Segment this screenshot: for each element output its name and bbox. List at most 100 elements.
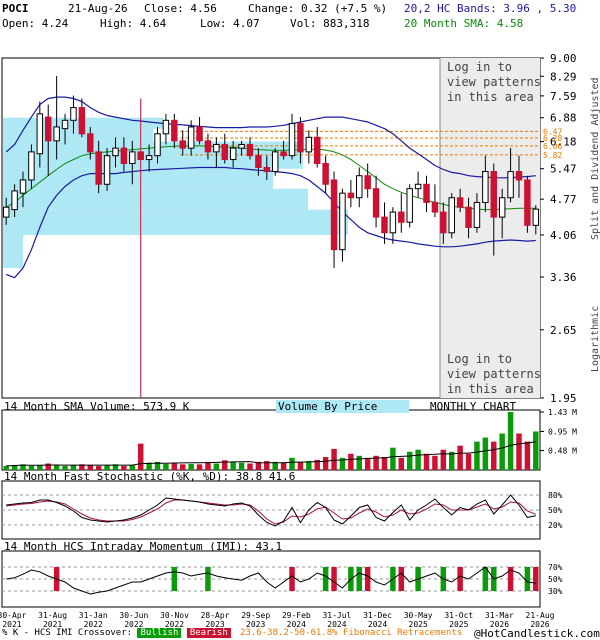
price-tick-label-8: 3.36 — [550, 271, 577, 284]
volume-tick-label-0: 1.43 M — [548, 408, 577, 417]
x-axis: 30-Apr202131-Aug202131-Jan202230-Jun2022… — [0, 611, 555, 629]
x-tick-label-8: 31-Jul — [322, 611, 351, 620]
stoch-tick-label-0: 80% — [548, 491, 563, 500]
imi-marker-14 — [482, 567, 489, 591]
volume-title: 14 Month SMA Volume: 573.9 K — [4, 400, 190, 413]
volume-bar-62 — [524, 441, 531, 470]
x-tick-label-4: 30-Nov — [160, 611, 189, 620]
candle-body-16 — [137, 151, 144, 161]
candle-body-1 — [11, 190, 18, 211]
imi-marker-7 — [356, 567, 362, 591]
price-tick-label-0: 9.00 — [550, 52, 577, 65]
stoch-title: 14 Month Fast Stochastic (%K, %D): 38.8 … — [4, 470, 296, 483]
vbp-label: Volume By Price — [276, 400, 410, 413]
candle-body-35 — [297, 123, 304, 153]
price-tick-label-7: 4.06 — [550, 229, 577, 242]
candle-body-34 — [288, 123, 296, 157]
monthly-label: MONTHLY CHART — [430, 400, 517, 413]
candle-body-61 — [515, 171, 523, 181]
candle-body-6 — [53, 126, 60, 142]
candle-body-31 — [263, 166, 271, 173]
volume-tick-label-2: 0.48 M — [548, 447, 577, 456]
candle-body-57 — [482, 171, 489, 203]
brand-label: @HotCandlestick.com — [474, 627, 600, 640]
candle-body-7 — [61, 119, 69, 130]
candle-body-41 — [347, 192, 355, 199]
stoch-tick-label-2: 20% — [548, 521, 563, 530]
candle-body-14 — [120, 147, 128, 164]
volume-bar-16 — [137, 443, 144, 470]
candle-body-53 — [448, 197, 455, 234]
imi-marker-4 — [322, 567, 329, 591]
volume-bar-34 — [289, 457, 295, 470]
price-tick-label-9: 2.65 — [550, 324, 577, 337]
candle-body-5 — [45, 116, 52, 142]
imi-marker-10 — [398, 567, 405, 591]
volume-bar-50 — [423, 453, 430, 470]
bearish-badge: Bearish — [186, 628, 231, 638]
x-tick-label-13: 21-Aug — [526, 611, 555, 620]
volume-bar-52 — [440, 449, 447, 470]
watermark-top: Log in to view patterns in this area — [447, 60, 541, 104]
volume-bar-63 — [533, 431, 539, 470]
footer-legend: % K - HCS IMI Crossover: Bullish Bearish — [2, 628, 231, 638]
candle-body-23 — [196, 126, 203, 142]
volume-bar-45 — [381, 457, 388, 470]
x-tick-label-12: 31-Mar — [485, 611, 514, 620]
price-tick-label-2: 7.59 — [550, 90, 577, 103]
imi-tick-label-1: 50% — [548, 575, 563, 584]
x-tick-label-2: 31-Jan — [79, 611, 108, 620]
candle-body-8 — [70, 107, 77, 121]
volume-bar-61 — [516, 433, 522, 470]
candle-body-56 — [473, 201, 481, 228]
fib-legend: 23.6-38.2-50-61.8% Fibonacci Retracement… — [240, 628, 463, 638]
imi-title: 14 Month HCS Intraday Momentum (IMI): 43… — [4, 540, 283, 553]
price-tick-label-5: 5.47 — [550, 163, 577, 176]
candle-body-55 — [465, 206, 472, 228]
volume-bar-59 — [499, 433, 505, 470]
vbp-bar-5 — [3, 209, 348, 235]
stochastic-panel: 80% 50% 20% — [1, 480, 563, 540]
bullish-badge: Bullish — [137, 628, 182, 638]
volume-panel: 1.43 M 0.95 M 0.48 M — [1, 408, 577, 471]
candle-body-51 — [431, 201, 439, 213]
fib-label-2: 6.06 — [543, 142, 562, 151]
volume-bar-27 — [230, 461, 236, 470]
candle-body-12 — [103, 155, 111, 185]
adjusted-label: Split and Dividend Adjusted — [590, 77, 600, 240]
candle-body-60 — [507, 171, 514, 199]
candle-body-17 — [145, 155, 153, 161]
candle-body-4 — [36, 113, 44, 155]
candle-body-3 — [28, 151, 35, 181]
candle-body-25 — [213, 143, 220, 153]
candle-body-22 — [187, 126, 195, 149]
x-tick-label-10: 30-May — [404, 611, 433, 620]
x-tick-label-1: 31-Aug — [38, 611, 67, 620]
volume-bar-35 — [297, 461, 304, 470]
candle-body-45 — [381, 216, 388, 234]
x-tick-label-3: 30-Jun — [119, 611, 148, 620]
candle-body-29 — [246, 143, 254, 157]
x-tick-label-6: 29-Sep — [241, 611, 270, 620]
candle-body-11 — [95, 151, 102, 185]
candle-body-49 — [414, 183, 422, 190]
imi-marker-5 — [331, 567, 337, 591]
candle-body-40 — [339, 192, 346, 251]
candle-body-2 — [19, 179, 27, 194]
stoch-tick-label-1: 50% — [548, 506, 563, 515]
imi-marker-2 — [205, 567, 211, 591]
vbp-bar-1 — [3, 128, 153, 142]
volume-bar-54 — [457, 445, 463, 470]
volume-bar-57 — [482, 437, 489, 470]
candle-body-9 — [78, 107, 86, 135]
volume-bar-51 — [432, 455, 438, 470]
price-tick-label-10: 1.95 — [550, 392, 577, 405]
crossover-label: % K - HCS IMI Crossover: — [2, 628, 133, 638]
candle-body-20 — [171, 119, 178, 142]
candle-body-0 — [2, 206, 10, 218]
volume-bar-58 — [491, 441, 497, 470]
candle-body-46 — [389, 211, 397, 234]
candle-body-15 — [129, 151, 136, 164]
volume-bar-42 — [356, 455, 362, 470]
candle-body-38 — [322, 162, 329, 185]
